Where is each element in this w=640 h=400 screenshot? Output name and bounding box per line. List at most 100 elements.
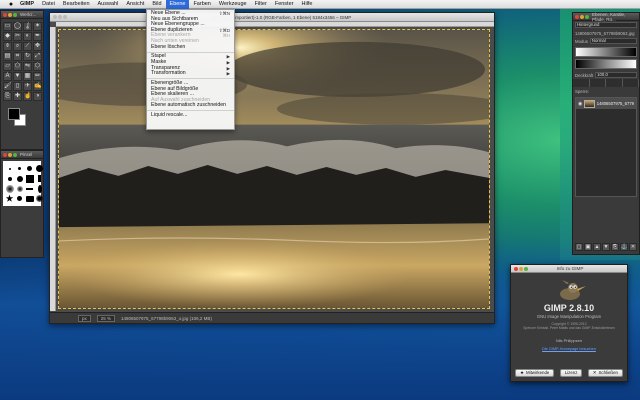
zoom-icon[interactable] bbox=[524, 266, 528, 271]
ink-tool-icon[interactable]: ✍ bbox=[33, 82, 42, 91]
delete-layer-icon[interactable]: ✕ bbox=[629, 243, 637, 251]
ellipse-select-tool-icon[interactable]: ◯ bbox=[13, 22, 22, 31]
color-swatches[interactable] bbox=[3, 106, 41, 130]
scissors-tool-icon[interactable]: ✂ bbox=[13, 32, 22, 41]
rect-select-tool-icon[interactable]: ▭ bbox=[3, 22, 12, 31]
zoom-icon[interactable] bbox=[63, 15, 67, 19]
brush-item[interactable] bbox=[25, 184, 34, 193]
tab-paths[interactable] bbox=[606, 79, 623, 87]
zoom-select[interactable]: 25 % bbox=[96, 314, 116, 322]
duplicate-layer-icon[interactable]: ⎘ bbox=[611, 243, 619, 251]
mode-select[interactable]: Normal bbox=[589, 38, 637, 44]
paintbrush-tool-icon[interactable]: 🖌 bbox=[3, 82, 12, 91]
tab-layers[interactable] bbox=[573, 79, 590, 87]
foreground-color-swatch[interactable] bbox=[8, 108, 20, 120]
close-icon[interactable] bbox=[575, 14, 579, 19]
ebene-menu-item[interactable]: Ebene löschen bbox=[147, 44, 234, 51]
license-button[interactable]: Lizenz bbox=[559, 369, 583, 377]
ebene-menu-item[interactable]: Transformation ▶ bbox=[147, 71, 234, 77]
new-layer-icon[interactable]: ▢ bbox=[575, 243, 583, 251]
minimize-icon[interactable] bbox=[519, 266, 523, 271]
color-select-tool-icon[interactable]: ◆ bbox=[3, 32, 12, 41]
vertical-ruler[interactable] bbox=[50, 27, 56, 311]
shear-tool-icon[interactable]: ▱ bbox=[3, 62, 12, 71]
fuzzy-select-tool-icon[interactable]: ✶ bbox=[33, 22, 42, 31]
minimize-icon[interactable] bbox=[580, 14, 584, 19]
layers-titlebar[interactable]: Ebenen, Kanäle, Pfade, Rü... bbox=[573, 12, 639, 22]
close-button[interactable]: ✕ Schließen bbox=[587, 369, 623, 377]
zoom-icon[interactable] bbox=[13, 12, 17, 17]
menu-filter[interactable]: Filter bbox=[251, 0, 271, 9]
layer-row[interactable]: ◉ 14806507975_6779 bbox=[576, 98, 636, 109]
horizontal-ruler[interactable] bbox=[56, 22, 494, 27]
free-select-tool-icon[interactable]: ʆ bbox=[23, 22, 32, 31]
menu-bearbeiten[interactable]: Bearbeiten bbox=[59, 0, 94, 9]
menu-werkzeuge[interactable]: Werkzeuge bbox=[215, 0, 251, 9]
align-tool-icon[interactable]: ▤ bbox=[3, 52, 12, 61]
brush-item[interactable] bbox=[15, 174, 24, 183]
brush-item[interactable] bbox=[15, 184, 24, 193]
apple-logo-icon[interactable]: ● bbox=[6, 1, 16, 8]
brush-item[interactable] bbox=[35, 164, 44, 173]
bucket-fill-tool-icon[interactable]: ▼ bbox=[13, 72, 22, 81]
flip-tool-icon[interactable]: ⇋ bbox=[23, 62, 32, 71]
lower-layer-icon[interactable]: ▼ bbox=[602, 243, 610, 251]
brush-item[interactable] bbox=[25, 194, 34, 203]
blend-tool-icon[interactable]: ▦ bbox=[23, 72, 32, 81]
airbrush-tool-icon[interactable]: ✈ bbox=[23, 82, 32, 91]
menu-bild[interactable]: Bild bbox=[148, 0, 165, 9]
brush-item[interactable] bbox=[5, 174, 14, 183]
foreground-select-tool-icon[interactable]: ◐ bbox=[23, 32, 32, 41]
menu-fenster[interactable]: Fenster bbox=[271, 0, 298, 9]
zoom-icon[interactable] bbox=[585, 14, 589, 19]
zoom-tool-icon[interactable]: ⌕ bbox=[13, 42, 22, 51]
crop-tool-icon[interactable]: ⌗ bbox=[13, 52, 22, 61]
ebene-menu-item[interactable]: Ebene automatisch zuschneiden bbox=[147, 103, 234, 109]
brush-item[interactable] bbox=[15, 194, 24, 203]
menu-app-gimp[interactable]: GIMP bbox=[16, 0, 38, 9]
minimize-icon[interactable] bbox=[58, 15, 62, 19]
about-titlebar[interactable]: Info zu GIMP bbox=[511, 265, 627, 273]
brush-item[interactable] bbox=[35, 174, 44, 183]
image-canvas[interactable] bbox=[58, 29, 490, 309]
brush-item[interactable] bbox=[5, 184, 14, 193]
unit-select[interactable]: px bbox=[78, 314, 91, 322]
credits-button[interactable]: ★ Mitwirkende bbox=[515, 369, 555, 377]
text-tool-icon[interactable]: A bbox=[3, 72, 12, 81]
menu-hilfe[interactable]: Hilfe bbox=[297, 0, 316, 9]
paths-tool-icon[interactable]: ✒ bbox=[33, 32, 42, 41]
heal-tool-icon[interactable]: ✚ bbox=[13, 92, 22, 101]
brush-item[interactable] bbox=[15, 164, 24, 173]
opacity-field[interactable]: 100,0 bbox=[595, 72, 637, 78]
menu-farben[interactable]: Farben bbox=[189, 0, 214, 9]
measure-tool-icon[interactable]: ⟋ bbox=[23, 42, 32, 51]
rotate-tool-icon[interactable]: ↻ bbox=[23, 52, 32, 61]
anchor-layer-icon[interactable]: ⚓ bbox=[620, 243, 628, 251]
brushes-titlebar[interactable]: Pinsel bbox=[1, 151, 43, 159]
pencil-tool-icon[interactable]: ✏ bbox=[33, 72, 42, 81]
image-select-label[interactable]: 14806507975_67798b9063.jpg bbox=[575, 31, 635, 36]
about-homepage-link[interactable]: Die GIMP-Homepage besuchen bbox=[511, 347, 627, 351]
dodge-burn-tool-icon[interactable]: ◑ bbox=[33, 92, 42, 101]
brush-item[interactable] bbox=[25, 174, 34, 183]
brush-item[interactable] bbox=[5, 194, 14, 203]
cage-tool-icon[interactable]: ⬡ bbox=[33, 62, 42, 71]
eraser-tool-icon[interactable]: ▯ bbox=[13, 82, 22, 91]
eye-icon[interactable]: ◉ bbox=[578, 101, 582, 107]
brush-item[interactable] bbox=[5, 164, 14, 173]
perspective-tool-icon[interactable]: ⬠ bbox=[13, 62, 22, 71]
close-icon[interactable] bbox=[514, 266, 518, 271]
minimize-icon[interactable] bbox=[8, 152, 12, 157]
raise-layer-icon[interactable]: ▲ bbox=[593, 243, 601, 251]
brush-item[interactable] bbox=[35, 194, 44, 203]
scale-tool-icon[interactable]: ⤢ bbox=[33, 52, 42, 61]
close-icon[interactable] bbox=[53, 15, 57, 19]
new-group-icon[interactable]: ▣ bbox=[584, 243, 592, 251]
minimize-icon[interactable] bbox=[8, 12, 12, 17]
menu-datei[interactable]: Datei bbox=[38, 0, 59, 9]
dock-select[interactable]: Hintergrund bbox=[575, 22, 637, 28]
close-icon[interactable] bbox=[3, 12, 7, 17]
close-icon[interactable] bbox=[3, 152, 7, 157]
brush-item[interactable] bbox=[35, 184, 44, 193]
tab-channels[interactable] bbox=[590, 79, 606, 87]
